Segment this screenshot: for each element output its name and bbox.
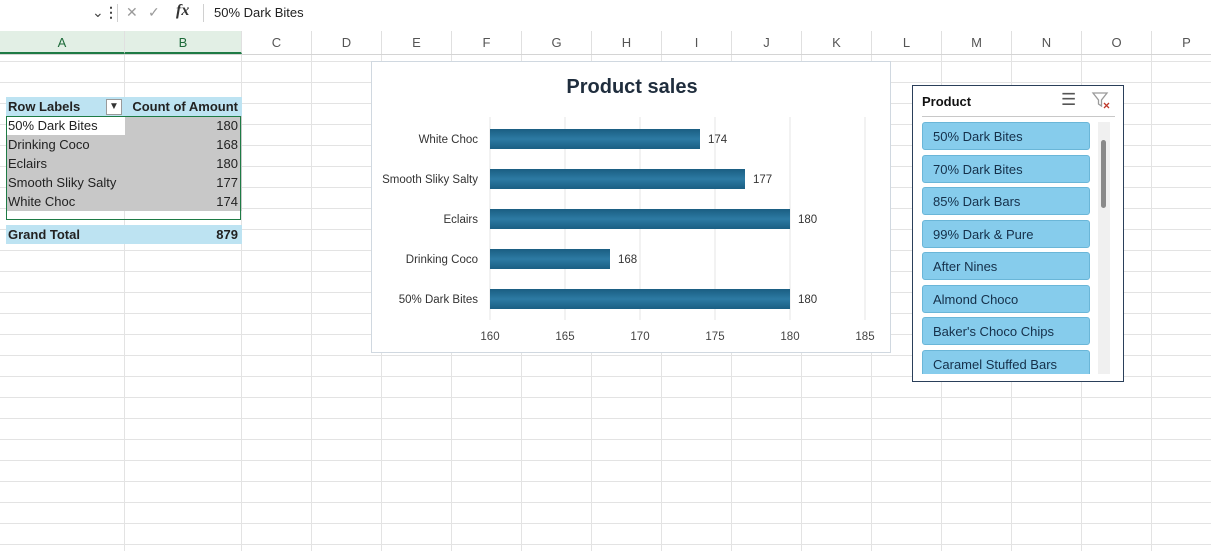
category-label: Smooth Sliky Salty (382, 174, 478, 186)
slicer-item[interactable]: Almond Choco (922, 284, 1090, 313)
grid-row-line (0, 460, 1211, 461)
column-header-m[interactable]: M (942, 31, 1012, 54)
data-label: 177 (753, 174, 772, 186)
grid-row-line (0, 481, 1211, 482)
x-tick-label: 170 (630, 331, 649, 343)
slicer-item[interactable]: 99% Dark & Pure (922, 219, 1090, 248)
pivot-header-row: Row Labels ▼ Count of Amount (6, 97, 242, 116)
x-tick-label: 180 (780, 331, 799, 343)
slicer-item[interactable]: After Nines (922, 252, 1090, 280)
slicer-item[interactable]: 85% Dark Bars (922, 187, 1090, 215)
grid-row-line (0, 418, 1211, 419)
column-header-a[interactable]: A (0, 31, 125, 54)
data-label: 168 (618, 254, 637, 266)
slicer-scrollbar[interactable] (1098, 122, 1110, 374)
separator (117, 4, 118, 22)
bar[interactable] (490, 289, 790, 309)
grid-column-line (1151, 55, 1152, 551)
column-header-e[interactable]: E (382, 31, 452, 54)
pivot-grand-total-row[interactable]: Grand Total 879 (6, 225, 242, 244)
column-header-i[interactable]: I (662, 31, 732, 54)
formula-bar: ⌄ ⋮ ✕ ✓ fx 50% Dark Bites (0, 0, 1211, 26)
column-header-o[interactable]: O (1082, 31, 1152, 54)
category-label: Eclairs (443, 214, 478, 226)
filter-icon[interactable]: ▼ (106, 99, 122, 115)
grand-total-value: 879 (216, 227, 238, 242)
column-header-d[interactable]: D (312, 31, 382, 54)
insert-function-icon[interactable]: fx (176, 2, 189, 20)
slicer-title: Product (922, 94, 972, 109)
column-header-b[interactable]: B (125, 31, 242, 54)
bar[interactable] (490, 129, 700, 149)
multiselect-icon[interactable]: ☰ (1061, 90, 1076, 110)
chart-plot-area: 160 165 170 175 180 185 White Choc 174 Smooth Sl… (382, 117, 875, 343)
grid-column-line (311, 55, 312, 551)
bar-chart[interactable]: Product sales 160 165 170 175 180 185 White Ch… (371, 61, 891, 353)
data-label: 174 (708, 134, 728, 146)
grand-total-label: Grand Total (8, 227, 80, 242)
column-header-k[interactable]: K (802, 31, 872, 54)
product-slicer[interactable]: Product ☰ 50% Dark Bites 70% Dark Bites 85… (912, 85, 1124, 382)
bar[interactable] (490, 169, 745, 189)
column-header-l[interactable]: L (872, 31, 942, 54)
category-label: Drinking Coco (406, 254, 478, 266)
formula-bar-menu-icon[interactable]: ⋮ (104, 4, 118, 21)
column-headers: ABCDEFGHIJKLMNOP (0, 31, 1211, 55)
x-tick-label: 185 (855, 331, 874, 343)
x-tick-label: 175 (705, 331, 724, 343)
column-header-n[interactable]: N (1012, 31, 1082, 54)
clear-filter-icon[interactable] (1091, 90, 1111, 110)
cancel-icon[interactable]: ✕ (126, 4, 138, 21)
grid-row-line (0, 544, 1211, 545)
grid-row-line (0, 397, 1211, 398)
slicer-divider (922, 116, 1115, 117)
grid-row-line (0, 502, 1211, 503)
column-header-h[interactable]: H (592, 31, 662, 54)
slicer-item[interactable]: 70% Dark Bites (922, 154, 1090, 183)
row-labels-header[interactable]: Row Labels (8, 97, 120, 116)
enter-icon[interactable]: ✓ (148, 4, 160, 21)
bar[interactable] (490, 249, 610, 269)
grid-row-line (0, 439, 1211, 440)
selection-range (6, 116, 241, 220)
column-header-c[interactable]: C (242, 31, 312, 54)
count-of-amount-header[interactable]: Count of Amount (132, 97, 238, 116)
category-label: 50% Dark Bites (399, 294, 479, 306)
slicer-item[interactable]: Baker's Choco Chips (922, 317, 1090, 345)
column-header-j[interactable]: J (732, 31, 802, 54)
grid-row-line (0, 523, 1211, 524)
column-header-f[interactable]: F (452, 31, 522, 54)
formula-input[interactable]: 50% Dark Bites (214, 5, 304, 20)
slicer-item[interactable]: Caramel Stuffed Bars (922, 349, 1090, 374)
slicer-item-list: 50% Dark Bites 70% Dark Bites 85% Dark Bar… (922, 122, 1090, 374)
namebox-dropdown-icon[interactable]: ⌄ (92, 4, 104, 21)
category-label: White Choc (419, 134, 479, 146)
x-tick-label: 165 (555, 331, 574, 343)
separator (203, 4, 204, 22)
column-header-p[interactable]: P (1152, 31, 1211, 54)
slicer-scrollbar-thumb[interactable] (1101, 140, 1106, 208)
data-label: 180 (798, 214, 817, 226)
slicer-item[interactable]: 50% Dark Bites (922, 122, 1090, 150)
bar[interactable] (490, 209, 790, 229)
data-label: 180 (798, 294, 817, 306)
x-tick-label: 160 (480, 331, 499, 343)
column-header-g[interactable]: G (522, 31, 592, 54)
